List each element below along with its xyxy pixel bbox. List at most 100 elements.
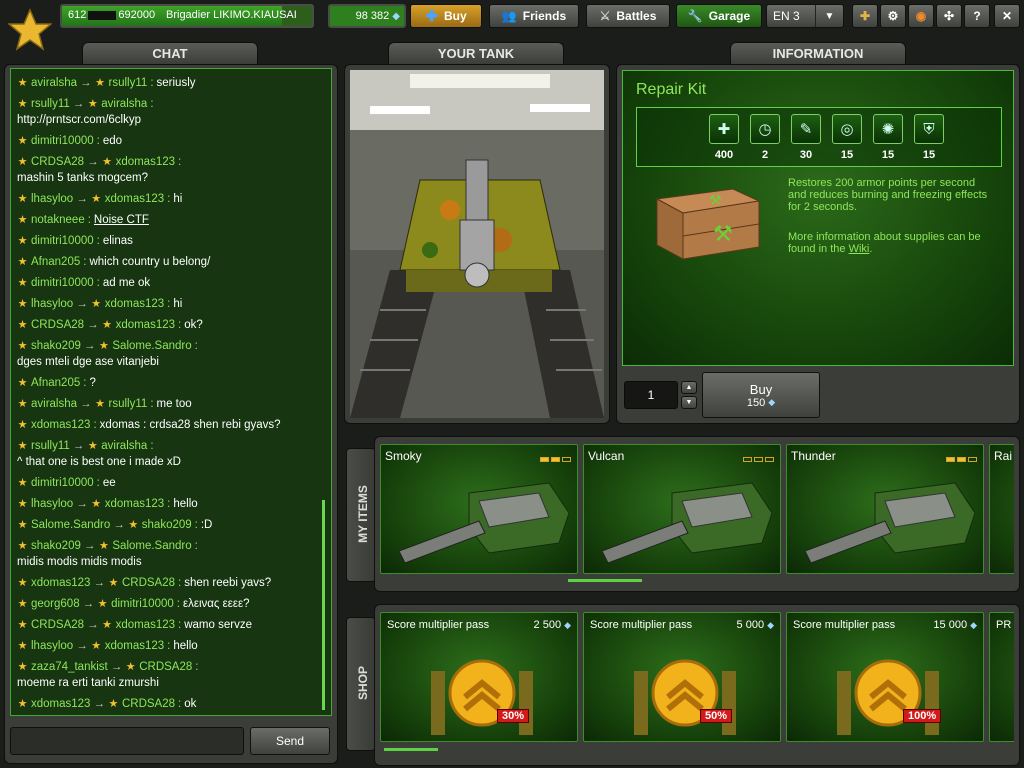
chat-sender[interactable]: CRDSA28 — [31, 619, 84, 632]
chat-recipient[interactable]: CRDSA28 — [122, 577, 175, 590]
chat-sender[interactable]: Afnan205 — [31, 377, 80, 390]
language-select[interactable]: EN 3 ▼ — [766, 4, 844, 28]
send-button[interactable]: Send — [250, 727, 330, 755]
arrow-icon: → — [113, 519, 125, 531]
chat-recipient[interactable]: Salome.Sandro — [112, 340, 191, 353]
chat-text: edo — [102, 135, 123, 147]
buy-item-button[interactable]: Buy 150 ◆ — [702, 372, 820, 418]
shop-scrollbar[interactable] — [384, 748, 438, 751]
bonus-badge: 50% — [700, 709, 733, 723]
fullscreen-button[interactable]: ✣ — [936, 4, 962, 28]
chat-sender[interactable]: zaza74_tankist — [31, 661, 108, 674]
chat-sender[interactable]: dimitri10000 — [31, 135, 94, 148]
friends-button[interactable]: 👥 Friends — [489, 4, 579, 28]
rank-icon: ★ — [87, 98, 98, 110]
wiki-link[interactable]: Wiki — [849, 243, 870, 255]
help-button[interactable]: ? — [964, 4, 990, 28]
chat-sender[interactable]: georg608 — [31, 598, 80, 611]
my-items-scrollbar[interactable] — [568, 579, 642, 582]
chat-recipient[interactable]: xdomas123 — [105, 193, 164, 206]
chat-sender[interactable]: notakneee — [31, 214, 85, 227]
chat-recipient[interactable]: CRDSA28 — [139, 661, 192, 674]
clan-button[interactable]: ✚ — [852, 4, 878, 28]
chat-recipient[interactable]: aviralsha — [101, 98, 147, 111]
chat-recipient[interactable]: Salome.Sandro — [112, 540, 191, 553]
garage-item-card[interactable]: Smoky — [380, 444, 578, 574]
chat-recipient[interactable]: rsully11 — [109, 77, 148, 90]
shop-item-card[interactable]: Score multiplier pass 15 000 ◆ 100% — [786, 612, 984, 742]
arrow-icon: → — [72, 440, 85, 452]
chat-sender[interactable]: shako209 — [31, 340, 81, 353]
rank-icon: ★ — [17, 498, 28, 510]
chat-text: ελεινας εεεε? — [182, 598, 250, 610]
rank-icon: ★ — [17, 619, 28, 631]
close-button[interactable]: ✕ — [994, 4, 1020, 28]
chat-recipient[interactable]: shako209 — [142, 519, 192, 532]
chat-sender[interactable]: dimitri10000 — [31, 477, 94, 490]
arrow-icon: → — [82, 598, 95, 610]
chat-input[interactable] — [10, 727, 244, 755]
rank-icon: ★ — [125, 661, 136, 673]
rank-icon: ★ — [98, 540, 109, 552]
chat-sender[interactable]: CRDSA28 — [31, 156, 84, 169]
chat-sender[interactable]: lhasyloo — [31, 193, 73, 206]
garage-item-card[interactable]: Rai — [989, 444, 1014, 574]
battles-button[interactable]: ⚔ Battles — [586, 4, 670, 28]
chat-recipient[interactable]: xdomas123 — [105, 298, 164, 311]
sound-button[interactable]: ◉ — [908, 4, 934, 28]
chat-text: ^ that one is best one i made xD — [17, 456, 181, 468]
chat-sender[interactable]: dimitri10000 — [31, 235, 94, 248]
chat-sender[interactable]: aviralsha — [31, 77, 77, 90]
shop-item-card[interactable]: Score multiplier pass 5 000 ◆ 50% — [583, 612, 781, 742]
quantity-input[interactable]: 1 — [624, 381, 678, 409]
quantity-up[interactable]: ▲ — [681, 381, 697, 394]
chat-sender[interactable]: lhasyloo — [31, 498, 73, 511]
chat-sender[interactable]: Afnan205 — [31, 256, 80, 269]
chat-recipient[interactable]: xdomas123 — [105, 640, 164, 653]
garage-button[interactable]: 🔧 Garage — [676, 4, 762, 28]
chat-sender[interactable]: rsully11 — [31, 98, 70, 111]
chat-sender[interactable]: xdomas123 — [31, 698, 90, 711]
chat-scrollbar[interactable] — [322, 500, 325, 710]
chat-text: which country u belong/ — [89, 256, 211, 268]
chat-recipient[interactable]: xdomas123 — [116, 319, 175, 332]
arrow-icon: → — [83, 340, 96, 352]
crystal-icon: ◆ — [768, 397, 776, 407]
shop-item-name: Score multiplier pass — [387, 619, 490, 631]
supply-stats: ✚ 400 ◷ 2 ✎ 30 ◎ 15 ✺ 15 ⛨ 15 — [636, 107, 1002, 167]
chat-sender[interactable]: dimitri10000 — [31, 277, 94, 290]
chat-sender[interactable]: rsully11 — [31, 440, 70, 453]
chat-sender[interactable]: shako209 — [31, 540, 81, 553]
shop-item-card[interactable]: Score multiplier pass 2 500 ◆ 30% — [380, 612, 578, 742]
quantity-down[interactable]: ▼ — [681, 396, 697, 409]
chat-sender[interactable]: lhasyloo — [31, 298, 73, 311]
chat-text: ? — [89, 377, 96, 389]
chat-recipient[interactable]: aviralsha — [101, 440, 147, 453]
rank-icon: ★ — [17, 398, 28, 410]
chat-recipient[interactable]: xdomas123 — [105, 498, 164, 511]
chat-recipient[interactable]: xdomas123 — [116, 619, 175, 632]
chat-sender[interactable]: xdomas123 — [31, 419, 90, 432]
garage-item-card[interactable]: Vulcan — [583, 444, 781, 574]
shop-item-price: 5 000 ◆ — [736, 619, 774, 631]
settings-button[interactable]: ⚙ — [880, 4, 906, 28]
chat-recipient[interactable]: rsully11 — [109, 398, 148, 411]
chat-sender[interactable]: lhasyloo — [31, 640, 73, 653]
rank-icon: ★ — [17, 135, 28, 147]
garage-item-card[interactable]: Thunder — [786, 444, 984, 574]
chat-sender[interactable]: CRDSA28 — [31, 319, 84, 332]
chat-recipient[interactable]: xdomas123 — [116, 156, 175, 169]
buy-crystals-button[interactable]: ✚ Buy — [410, 4, 482, 28]
chat-sender[interactable]: xdomas123 — [31, 577, 90, 590]
chat-recipient[interactable]: CRDSA28 — [122, 698, 175, 711]
friends-icon: 👥 — [501, 9, 517, 23]
rank-icon: ★ — [17, 661, 28, 673]
chat-sender[interactable]: aviralsha — [31, 398, 77, 411]
shop-item-card[interactable]: PR — [989, 612, 1014, 742]
arrow-icon: → — [76, 193, 88, 205]
arrow-icon: → — [93, 698, 105, 710]
chat-message: ★ xdomas123 → ★ CRDSA28: shen reebi yavs? — [17, 577, 272, 590]
chat-recipient[interactable]: dimitri10000 — [111, 598, 174, 611]
item-description: Restores 200 armor points per second and… — [788, 177, 988, 213]
chat-sender[interactable]: Salome.Sandro — [31, 519, 110, 532]
